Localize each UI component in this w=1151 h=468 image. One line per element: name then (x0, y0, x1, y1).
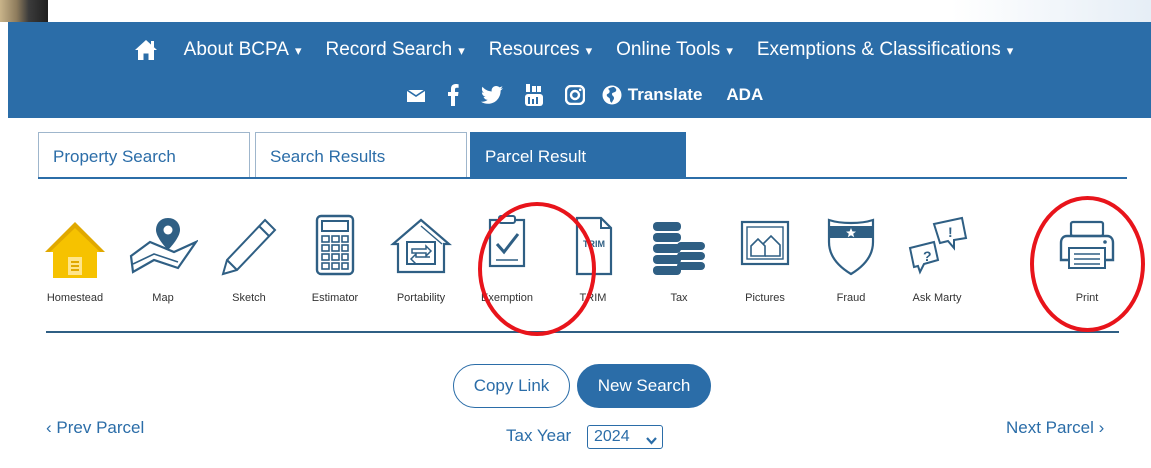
ada-link[interactable]: ADA (726, 85, 763, 105)
banner-fade (951, 0, 1151, 22)
chevron-down-icon: ▾ (294, 43, 302, 58)
tool-fraud-label: Fraud (836, 292, 866, 304)
tool-ask-marty[interactable]: ? ! Ask Marty (894, 212, 980, 322)
nav-resources[interactable]: Resources ▾ (477, 39, 604, 61)
tool-exemption-label: Exemption (481, 292, 533, 304)
new-search-button[interactable]: New Search (577, 364, 711, 408)
copy-link-button[interactable]: Copy Link (453, 364, 570, 408)
tool-exemption[interactable]: Exemption (464, 212, 550, 322)
tool-print-label: Print (1075, 292, 1099, 304)
tab-property-search[interactable]: Property Search (38, 132, 250, 177)
coin-stack-icon (653, 222, 705, 275)
tool-portability-label: Portability (396, 292, 446, 304)
nav-record-search-label: Record Search (325, 39, 453, 60)
tool-sketch-label: Sketch (232, 292, 266, 304)
youtube-icon[interactable] (524, 84, 543, 106)
facebook-icon[interactable] (447, 84, 459, 106)
house-icon (45, 222, 105, 278)
chevron-left-icon: ‹ (46, 418, 52, 437)
calculator-icon (315, 214, 355, 276)
svg-text:?: ? (923, 248, 932, 264)
tool-pictures[interactable]: Pictures (722, 212, 808, 322)
trim-icon-text: TRIM (583, 239, 605, 249)
chevron-down-icon: ▾ (726, 43, 733, 58)
tool-homestead[interactable]: Homestead (32, 212, 118, 322)
tool-homestead-label: Homestead (46, 292, 104, 304)
picture-house-icon (740, 220, 790, 266)
tools-divider (46, 331, 1119, 333)
chevron-down-icon: ▾ (1006, 43, 1014, 58)
globe-icon (602, 85, 622, 105)
house-arrows-icon (390, 218, 452, 274)
chevron-right-icon: › (1098, 418, 1105, 437)
tax-year-label: Tax Year (506, 426, 572, 445)
tool-pictures-label: Pictures (745, 292, 785, 304)
chevron-down-icon (646, 432, 657, 450)
tool-estimator[interactable]: Estimator (292, 212, 378, 322)
tab-parcel-result[interactable]: Parcel Result (470, 132, 686, 177)
nav-menu: About BCPA ▾ Record Search ▾ Resources ▾ On… (8, 37, 1151, 63)
tab-property-search-label: Property Search (53, 147, 176, 166)
nav-about-bcpa-label: About BCPA (183, 39, 289, 60)
banner-image (0, 0, 48, 22)
map-pin-icon (129, 218, 198, 274)
main-navbar: About BCPA ▾ Record Search ▾ Resources ▾ On… (8, 22, 1151, 118)
instagram-icon[interactable] (564, 85, 585, 105)
social-row: Translate ADA (8, 82, 1151, 108)
tool-tax[interactable]: Tax (636, 212, 722, 322)
nav-about-bcpa[interactable]: About BCPA ▾ (172, 39, 314, 61)
tool-print[interactable]: Print (1044, 212, 1130, 322)
tab-search-results[interactable]: Search Results (255, 132, 467, 177)
nav-record-search[interactable]: Record Search ▾ (313, 39, 476, 61)
home-icon[interactable] (134, 39, 172, 61)
parcel-tools-row: Homestead Map Sketch Estimator Portabili… (38, 212, 1127, 322)
tool-ask-marty-label: Ask Marty (912, 292, 962, 304)
trim-document-icon: TRIM (575, 216, 613, 276)
speech-bubbles-icon: ? ! (908, 216, 968, 275)
nav-online-tools[interactable]: Online Tools ▾ (604, 39, 745, 61)
top-banner-strip (0, 0, 1151, 22)
translate-label: Translate (627, 85, 703, 104)
twitter-icon[interactable] (480, 86, 503, 104)
prev-parcel-label: Prev Parcel (56, 418, 145, 437)
chevron-down-icon: ▾ (585, 43, 593, 58)
tabs-underline (38, 177, 1127, 179)
chevron-down-icon: ▾ (458, 43, 465, 58)
tool-map[interactable]: Map (120, 212, 206, 322)
prev-parcel-link[interactable]: ‹ Prev Parcel (46, 418, 144, 438)
nav-online-tools-label: Online Tools (616, 39, 721, 60)
pencil-icon (221, 218, 277, 276)
shield-icon (827, 218, 875, 276)
tool-portability[interactable]: Portability (378, 212, 464, 322)
tool-fraud[interactable]: Fraud (808, 212, 894, 322)
tool-tax-label: Tax (670, 292, 688, 304)
tool-sketch[interactable]: Sketch (206, 212, 292, 322)
nav-resources-label: Resources (488, 39, 580, 60)
tax-year-select[interactable]: 2024 (587, 425, 663, 449)
translate-button[interactable]: Translate (602, 85, 703, 105)
email-icon[interactable] (406, 88, 425, 102)
next-parcel-label: Next Parcel (1006, 418, 1094, 437)
tab-parcel-result-label: Parcel Result (485, 147, 587, 166)
tool-map-label: Map (152, 292, 174, 304)
svg-text:!: ! (948, 224, 953, 240)
nav-exemptions[interactable]: Exemptions & Classifications ▾ (745, 39, 1025, 61)
tax-year-value: 2024 (594, 428, 630, 445)
tab-search-results-label: Search Results (270, 147, 386, 166)
tool-estimator-label: Estimator (311, 292, 359, 304)
printer-icon (1059, 220, 1115, 269)
next-parcel-link[interactable]: Next Parcel › (1006, 418, 1104, 438)
clipboard-check-icon (488, 215, 526, 268)
tool-trim-label: TRIM (579, 292, 607, 304)
tool-trim[interactable]: TRIM TRIM (550, 212, 636, 322)
nav-exemptions-label: Exemptions & Classifications (756, 39, 1001, 60)
